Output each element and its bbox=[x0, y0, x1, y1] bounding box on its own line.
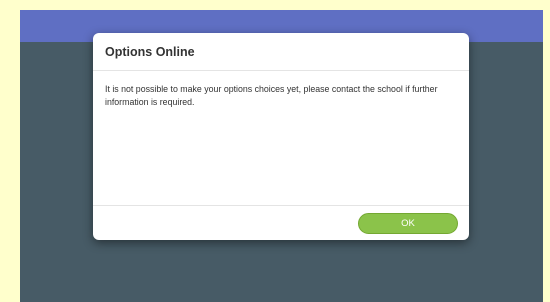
options-online-dialog: Options Online It is not possible to mak… bbox=[93, 33, 469, 240]
dialog-body: It is not possible to make your options … bbox=[93, 71, 469, 206]
ok-button[interactable]: OK bbox=[358, 213, 458, 234]
dialog-title: Options Online bbox=[105, 45, 195, 59]
dialog-header: Options Online bbox=[93, 33, 469, 71]
dialog-message: It is not possible to make your options … bbox=[105, 84, 438, 107]
dialog-footer: OK bbox=[93, 206, 469, 239]
